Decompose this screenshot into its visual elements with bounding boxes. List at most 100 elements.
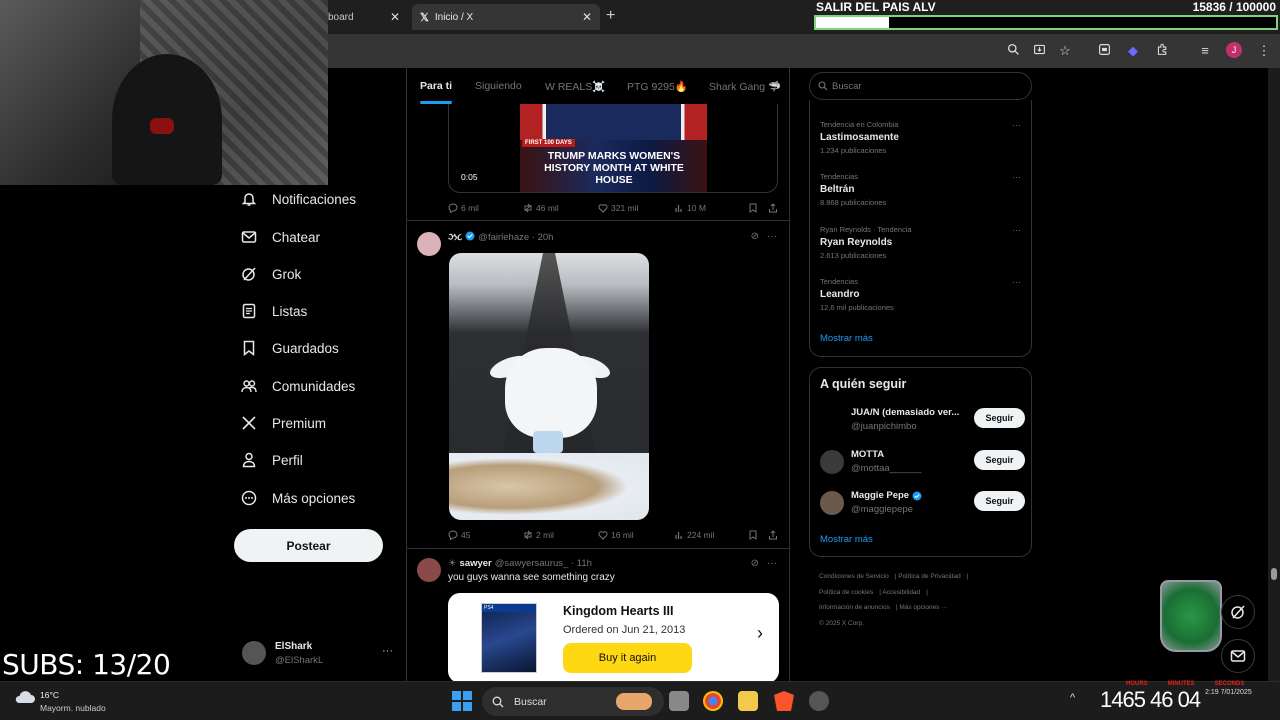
close-tab-icon[interactable]: ✕	[582, 10, 592, 24]
trend-item[interactable]: Tendencias Beltrán 8.868 publicaciones ·…	[820, 172, 1025, 212]
nav-item-notificaciones[interactable]: Notificaciones	[240, 187, 356, 211]
more-dots-icon[interactable]: ···	[767, 231, 777, 242]
reply-button[interactable]: 45	[448, 530, 470, 540]
author-handle[interactable]: @sawyersaurus_	[495, 558, 569, 569]
author-handle[interactable]: @fairlehaze	[478, 232, 529, 243]
star-icon[interactable]: ☆	[1057, 43, 1073, 59]
new-tab-icon[interactable]: +	[606, 7, 615, 25]
profile-avatar[interactable]: J	[1226, 42, 1242, 58]
post-button[interactable]: Postear	[234, 529, 383, 562]
weather-widget[interactable]: 16°C Mayorm. nublado	[14, 688, 106, 713]
follow-button[interactable]: Seguir	[974, 450, 1025, 470]
media-controls-icon[interactable]: ≡	[1197, 43, 1213, 59]
more-dots-icon[interactable]: ···	[767, 558, 777, 569]
app-icon[interactable]	[809, 691, 829, 711]
follow-button[interactable]: Seguir	[974, 408, 1025, 428]
verified-icon	[912, 491, 922, 500]
grok-icon[interactable]: ⊘	[751, 231, 759, 242]
nav-item-listas[interactable]: Listas	[240, 299, 307, 323]
nav-item-comunidades[interactable]: Comunidades	[240, 374, 355, 398]
trend-item[interactable]: Ryan Reynolds · Tendencia Ryan Reynolds …	[820, 225, 1025, 265]
nav-item-perfil[interactable]: Perfil	[240, 448, 303, 472]
follow-suggestion[interactable]: Maggie Pepe @maggiepepe Seguir	[820, 489, 1025, 517]
tab-para-ti[interactable]: Para ti	[420, 80, 453, 104]
search-input[interactable]: Buscar	[809, 72, 1032, 100]
tab-board[interactable]: board ✕	[320, 4, 408, 30]
file-explorer-icon[interactable]	[738, 691, 758, 711]
install-app-icon[interactable]	[1031, 43, 1047, 59]
vpn-icon[interactable]: ◆	[1125, 43, 1141, 59]
avatar	[820, 491, 844, 515]
grok-float-button[interactable]	[1221, 595, 1255, 629]
zoom-icon[interactable]	[1005, 43, 1021, 59]
follow-button[interactable]: Seguir	[974, 491, 1025, 511]
views-button[interactable]: 10 M	[674, 203, 706, 213]
more-dots-icon[interactable]: ···	[1012, 172, 1021, 182]
task-view-icon[interactable]	[669, 691, 689, 711]
puzzle-icon[interactable]	[1154, 43, 1170, 59]
nav-label: Grok	[272, 266, 302, 282]
messages-float-button[interactable]	[1221, 639, 1255, 673]
follow-suggestion[interactable]: JUA/N (demasiado ver... @juanpichimbo Se…	[820, 406, 1025, 434]
tab-siguiendo[interactable]: Siguiendo	[475, 80, 522, 92]
avatar[interactable]	[417, 232, 441, 256]
snow-photo[interactable]	[449, 253, 649, 520]
trend-item[interactable]: Tendencias Leandro 12,6 mil publicacione…	[820, 277, 1025, 317]
footer-link[interactable]: Más opciones ···	[899, 604, 947, 611]
nav-item-chatear[interactable]: Chatear	[240, 225, 320, 249]
more-dots-icon[interactable]: ···	[1012, 277, 1021, 287]
system-clock[interactable]: 2:19 7/01/2025	[1205, 689, 1252, 696]
grok-icon[interactable]: ⊘	[751, 558, 759, 569]
timer-label-seconds: SECONDS	[1214, 681, 1245, 687]
avatar[interactable]	[417, 558, 441, 582]
bookmark-button[interactable]	[748, 530, 761, 540]
tab-ptg[interactable]: PTG 9295🔥	[627, 80, 688, 93]
extension-icon[interactable]	[1096, 43, 1112, 59]
footer-link[interactable]: Accesibilidad	[882, 589, 920, 596]
chevron-right-icon[interactable]: ›	[757, 623, 763, 644]
more-dots-icon[interactable]: ···	[382, 645, 393, 657]
nav-item-grok[interactable]: Grok	[240, 262, 301, 286]
account-switcher[interactable]: ElShark @ElSharkL ···	[242, 639, 402, 669]
tab-shark-gang[interactable]: Shark Gang 🦈	[709, 80, 781, 93]
share-button[interactable]	[768, 530, 781, 540]
bookmark-button[interactable]	[748, 203, 761, 213]
chevron-up-icon[interactable]: ^	[1070, 692, 1075, 704]
nav-item-guardados[interactable]: Guardados	[240, 336, 339, 360]
video-media[interactable]: FIRST 100 DAYS TRUMP MARKS WOMEN'S HISTO…	[448, 104, 778, 193]
tab-inicio-x[interactable]: 𝕏 Inicio / X ✕	[412, 4, 600, 30]
close-tab-icon[interactable]: ✕	[390, 10, 400, 24]
nav-item-mas-opciones[interactable]: Más opciones	[240, 486, 355, 510]
show-more-link[interactable]: Mostrar más	[820, 333, 873, 344]
repost-button[interactable]: 2 mil	[523, 530, 554, 540]
footer-link[interactable]: Política de cookies	[819, 589, 873, 596]
amazon-order-card[interactable]: PS4 Kingdom Hearts III Ordered on Jun 21…	[448, 593, 779, 681]
like-button[interactable]: 16 mil	[598, 530, 634, 540]
windows-start-icon[interactable]	[452, 691, 472, 711]
footer-link[interactable]: Condiciones de Servicio	[819, 573, 889, 580]
menu-dots-icon[interactable]: ⋮	[1256, 43, 1272, 59]
scrollbar[interactable]	[1268, 68, 1280, 681]
share-button[interactable]	[768, 203, 781, 213]
buy-again-button[interactable]: Buy it again	[563, 643, 692, 673]
brave-icon[interactable]	[774, 691, 794, 711]
tab-w-reals[interactable]: W REALS☠️	[545, 80, 605, 93]
author-name[interactable]: sawyer	[460, 558, 492, 569]
scrollbar-thumb[interactable]	[1271, 568, 1277, 580]
like-button[interactable]: 321 mil	[598, 203, 638, 213]
repost-button[interactable]: 46 mil	[523, 203, 559, 213]
reply-button[interactable]: 6 mil	[448, 203, 479, 213]
show-more-link[interactable]: Mostrar más	[820, 534, 873, 545]
taskbar-search[interactable]: Buscar	[482, 687, 664, 716]
taskbar-search-label: Buscar	[514, 695, 547, 708]
more-dots-icon[interactable]: ···	[1012, 225, 1021, 235]
more-dots-icon[interactable]: ···	[1012, 120, 1021, 130]
follow-suggestion[interactable]: MOTTA @mottaa______ Seguir	[820, 448, 1025, 476]
trend-item[interactable]: Tendencia en Colombia Lastimosamente 1.2…	[820, 120, 1025, 160]
footer-link[interactable]: Política de Privacidad	[898, 573, 961, 580]
views-button[interactable]: 224 mil	[674, 530, 714, 540]
nav-item-premium[interactable]: Premium	[240, 411, 326, 435]
author-name[interactable]: ઝ૮	[448, 232, 462, 243]
chrome-icon[interactable]	[703, 691, 723, 711]
footer-link[interactable]: Información de anuncios	[819, 604, 890, 611]
